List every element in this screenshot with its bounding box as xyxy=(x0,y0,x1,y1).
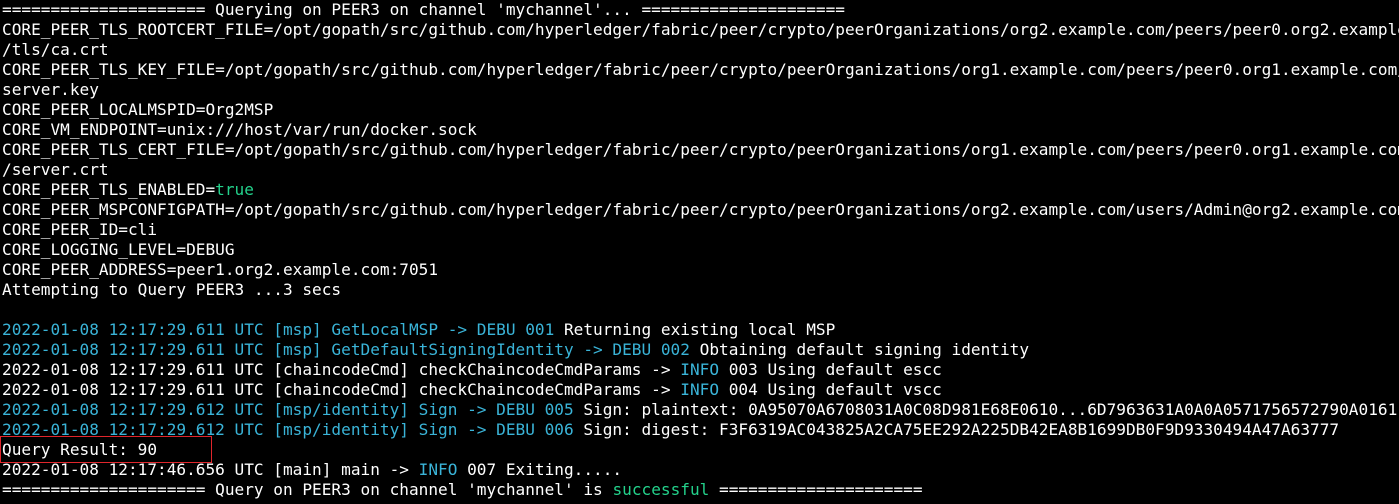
terminal-text-segment: 004 Using default vscc xyxy=(719,380,942,399)
terminal-text-segment: Attempting to Query PEER3 ...3 secs xyxy=(2,280,342,299)
terminal-text-segment: Query Result: 90 xyxy=(2,440,158,459)
terminal-line: /tls/ca.crt xyxy=(2,40,1399,60)
terminal-line: CORE_PEER_TLS_ROOTCERT_FILE=/opt/gopath/… xyxy=(2,20,1399,40)
terminal-text-segment: CORE_PEER_TLS_CERT_FILE=/opt/gopath/src/… xyxy=(2,140,1399,159)
terminal-text-segment: INFO xyxy=(680,360,720,379)
terminal-text-segment: 2022-01-08 12:17:29.612 UTC [msp/identit… xyxy=(2,420,574,439)
terminal-text-segment: ===================== Querying on PEER3 … xyxy=(2,0,845,19)
terminal-text-segment: 2022-01-08 12:17:46.656 UTC [main] main … xyxy=(2,460,419,479)
terminal-text-segment: CORE_PEER_TLS_KEY_FILE=/opt/gopath/src/g… xyxy=(2,60,1399,79)
terminal-text-segment: /server.crt xyxy=(2,160,109,179)
terminal-line: 2022-01-08 12:17:46.656 UTC [main] main … xyxy=(2,460,1399,480)
terminal-text-segment: Obtaining default signing identity xyxy=(689,340,1030,359)
terminal-line: CORE_PEER_ADDRESS=peer1.org2.example.com… xyxy=(2,260,1399,280)
terminal-line: CORE_PEER_ID=cli xyxy=(2,220,1399,240)
terminal-text-segment: INFO xyxy=(680,380,720,399)
terminal-line: CORE_PEER_TLS_CERT_FILE=/opt/gopath/src/… xyxy=(2,140,1399,160)
terminal-text-segment: CORE_PEER_TLS_ROOTCERT_FILE=/opt/gopath/… xyxy=(2,20,1399,39)
terminal-text-segment: CORE_PEER_TLS_ENABLED= xyxy=(2,180,216,199)
terminal-text-segment: Sign: plaintext: 0A95070A6708031A0C08D98… xyxy=(573,400,1398,419)
terminal-line: CORE_LOGGING_LEVEL=DEBUG xyxy=(2,240,1399,260)
terminal-line: CORE_PEER_MSPCONFIGPATH=/opt/gopath/src/… xyxy=(2,200,1399,220)
terminal-window[interactable]: ===================== Querying on PEER3 … xyxy=(0,0,1399,504)
terminal-line: Query Result: 90 xyxy=(2,440,1399,460)
terminal-text-segment: CORE_PEER_LOCALMSPID=Org2MSP xyxy=(2,100,274,119)
terminal-text-segment: 2022-01-08 12:17:29.611 UTC [chaincodeCm… xyxy=(2,380,681,399)
terminal-line: 2022-01-08 12:17:29.612 UTC [msp/identit… xyxy=(2,400,1399,420)
terminal-line: ===================== Query on PEER3 on … xyxy=(2,480,1399,500)
terminal-text-segment: ===================== xyxy=(709,480,923,499)
terminal-line: 2022-01-08 12:17:29.611 UTC [chaincodeCm… xyxy=(2,360,1399,380)
terminal-line: 2022-01-08 12:17:29.612 UTC [msp/identit… xyxy=(2,420,1399,440)
terminal-text-segment: Returning existing local MSP xyxy=(554,320,836,339)
terminal-text-segment: CORE_PEER_MSPCONFIGPATH=/opt/gopath/src/… xyxy=(2,200,1399,219)
terminal-text-segment: /tls/ca.crt xyxy=(2,40,109,59)
terminal-line: server.key xyxy=(2,80,1399,100)
terminal-text-segment: ===================== Query on PEER3 on … xyxy=(2,480,613,499)
terminal-text-segment: 2022-01-08 12:17:29.612 UTC [msp/identit… xyxy=(2,400,574,419)
terminal-text-segment: server.key xyxy=(2,80,99,99)
terminal-text-segment: INFO xyxy=(418,460,458,479)
terminal-line: 2022-01-08 12:17:29.611 UTC [chaincodeCm… xyxy=(2,380,1399,400)
terminal-text-segment: CORE_PEER_ID=cli xyxy=(2,220,158,239)
terminal-line: CORE_PEER_LOCALMSPID=Org2MSP xyxy=(2,100,1399,120)
terminal-line: CORE_PEER_TLS_ENABLED=true xyxy=(2,180,1399,200)
terminal-line: Attempting to Query PEER3 ...3 secs xyxy=(2,280,1399,300)
terminal-line: 2022-01-08 12:17:29.611 UTC [msp] GetDef… xyxy=(2,340,1399,360)
terminal-line: 2022-01-08 12:17:29.611 UTC [msp] GetLoc… xyxy=(2,320,1399,340)
terminal-text-segment: Sign: digest: F3F6319AC043825A2CA75EE292… xyxy=(573,420,1340,439)
terminal-line: CORE_VM_ENDPOINT=unix:///host/var/run/do… xyxy=(2,120,1399,140)
terminal-output: ===================== Querying on PEER3 … xyxy=(2,0,1399,500)
terminal-text-segment: CORE_VM_ENDPOINT=unix:///host/var/run/do… xyxy=(2,120,477,139)
terminal-text-segment: 2022-01-08 12:17:29.611 UTC [chaincodeCm… xyxy=(2,360,681,379)
terminal-text-segment: 2022-01-08 12:17:29.611 UTC [msp] GetDef… xyxy=(2,340,690,359)
terminal-line: /server.crt xyxy=(2,160,1399,180)
terminal-text-segment: CORE_PEER_ADDRESS=peer1.org2.example.com… xyxy=(2,260,439,279)
terminal-line: CORE_PEER_TLS_KEY_FILE=/opt/gopath/src/g… xyxy=(2,60,1399,80)
terminal-text-segment: 003 Using default escc xyxy=(719,360,942,379)
terminal-text-segment: 007 Exiting..... xyxy=(457,460,623,479)
terminal-text-segment: successful xyxy=(612,480,710,499)
terminal-text-segment: true xyxy=(215,180,254,199)
terminal-line: ===================== Querying on PEER3 … xyxy=(2,0,1399,20)
terminal-text-segment: CORE_LOGGING_LEVEL=DEBUG xyxy=(2,240,235,259)
terminal-text-segment: 2022-01-08 12:17:29.611 UTC [msp] GetLoc… xyxy=(2,320,555,339)
